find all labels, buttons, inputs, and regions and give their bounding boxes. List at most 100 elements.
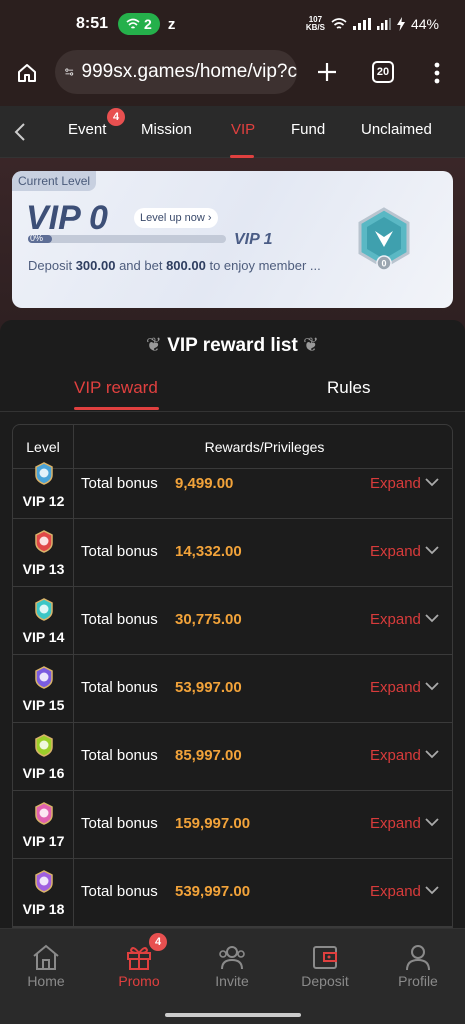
row-bonus-label: Total bonus xyxy=(81,747,158,764)
call-pill[interactable]: 2 xyxy=(118,13,160,35)
gift-icon xyxy=(127,947,151,970)
event-badge: 4 xyxy=(107,108,125,126)
row-level-cell: VIP 15 xyxy=(13,655,74,723)
nav-home[interactable]: Home xyxy=(6,943,86,989)
row-level: VIP 16 xyxy=(22,765,65,781)
chevron-down-icon[interactable] xyxy=(425,543,439,557)
vip-emblem-icon: 0 xyxy=(358,207,410,271)
level-up-button[interactable]: Level up now › xyxy=(134,208,218,228)
row-bonus-label: Total bonus xyxy=(81,611,158,628)
deposit-amount: 300.00 xyxy=(75,258,116,273)
chevron-down-icon[interactable] xyxy=(425,815,439,829)
row-level-cell: VIP 12 xyxy=(13,451,74,519)
table-row[interactable]: VIP 16 Total bonus 85,997.00 Expand xyxy=(13,723,452,791)
tab-event[interactable]: Event xyxy=(68,121,106,138)
bottom-navigation: Home Promo 4 Invite Deposit Profile xyxy=(0,928,465,1024)
chevron-down-icon[interactable] xyxy=(425,475,439,489)
row-bonus-amount: 53,997.00 xyxy=(175,679,242,696)
vip-badge-icon xyxy=(35,598,53,621)
table-row[interactable]: VIP 17 Total bonus 159,997.00 Expand xyxy=(13,791,452,859)
home-icon[interactable] xyxy=(16,62,38,84)
gesture-home-indicator[interactable] xyxy=(165,1013,301,1017)
chevron-down-icon[interactable] xyxy=(425,611,439,625)
row-expand-button[interactable]: Expand xyxy=(370,475,421,492)
nav-invite[interactable]: Invite xyxy=(192,943,272,989)
table-row[interactable]: VIP 14 Total bonus 30,775.00 Expand xyxy=(13,587,452,655)
signal2-icon xyxy=(376,18,391,30)
tab-unclaimed[interactable]: Unclaimed xyxy=(361,121,432,138)
current-level-card: Current Level VIP 0 Level up now › 0% VI… xyxy=(12,171,453,308)
laurel-right-icon: ❦ xyxy=(303,335,319,356)
vip-badge-icon xyxy=(35,802,53,825)
signal-icon xyxy=(352,18,371,30)
next-vip-level: VIP 1 xyxy=(234,231,273,248)
progress-percent: 0% xyxy=(30,233,44,243)
clock: 8:51 xyxy=(76,15,109,32)
tab-vip[interactable]: VIP xyxy=(231,121,255,138)
row-bonus-label: Total bonus xyxy=(81,883,158,900)
row-bonus-amount: 539,997.00 xyxy=(175,883,251,900)
table-row[interactable]: VIP 18 Total bonus 539,997.00 Expand xyxy=(13,859,452,927)
current-level-tag: Current Level xyxy=(12,171,97,191)
browser-toolbar: 999sx.games/home/vip?c 20 xyxy=(0,48,465,106)
promo-badge: 4 xyxy=(149,933,167,951)
row-level: VIP 14 xyxy=(22,629,65,645)
laurel-left-icon: ❦ xyxy=(145,335,162,356)
tab-mission[interactable]: Mission xyxy=(141,121,192,138)
call-count: 2 xyxy=(144,16,152,32)
url-text: 999sx.games/home/vip?c xyxy=(81,61,297,82)
row-bonus-amount: 14,332.00 xyxy=(175,543,242,560)
tab-fund[interactable]: Fund xyxy=(291,121,325,138)
wifi-call-icon xyxy=(126,18,140,29)
row-expand-button[interactable]: Expand xyxy=(370,815,421,832)
tab-rules[interactable]: Rules xyxy=(327,378,370,398)
vip-badge-icon xyxy=(35,870,53,893)
tab-switcher-button[interactable]: 20 xyxy=(372,61,394,83)
battery-level: 44% xyxy=(410,16,439,32)
svg-text:0: 0 xyxy=(381,259,386,269)
nav-deposit[interactable]: Deposit xyxy=(285,943,365,989)
new-tab-icon[interactable] xyxy=(316,61,338,83)
row-expand-button[interactable]: Expand xyxy=(370,543,421,560)
row-level: VIP 17 xyxy=(22,833,65,849)
level-up-label: Level up now xyxy=(140,212,205,224)
site-settings-icon[interactable] xyxy=(65,64,74,80)
vip-badge-icon xyxy=(35,462,53,485)
table-row[interactable]: VIP 12 Total bonus 9,499.00 Expand xyxy=(13,451,452,519)
row-expand-button[interactable]: Expand xyxy=(370,747,421,764)
row-expand-button[interactable]: Expand xyxy=(370,883,421,900)
charging-icon xyxy=(396,17,405,31)
back-icon[interactable] xyxy=(14,123,26,141)
row-expand-button[interactable]: Expand xyxy=(370,679,421,696)
tab-vip-reward[interactable]: VIP reward xyxy=(74,378,158,398)
row-bonus-amount: 9,499.00 xyxy=(175,475,234,492)
vip-reward-tab-indicator xyxy=(74,407,159,410)
row-level: VIP 18 xyxy=(22,901,65,917)
nav-promo[interactable]: Promo xyxy=(99,943,179,989)
row-level-cell: VIP 16 xyxy=(13,723,74,791)
chevron-down-icon[interactable] xyxy=(425,679,439,693)
table-row[interactable]: VIP 15 Total bonus 53,997.00 Expand xyxy=(13,655,452,723)
vip-badge-icon xyxy=(35,530,53,553)
chevron-down-icon[interactable] xyxy=(425,883,439,897)
row-level-cell: VIP 17 xyxy=(13,791,74,859)
url-bar[interactable]: 999sx.games/home/vip?c xyxy=(55,50,297,94)
status-bar: 8:51 2 ᴢ 107 KB/S 44% xyxy=(0,0,465,48)
row-level-cell: VIP 13 xyxy=(13,519,74,587)
zalo-icon: ᴢ xyxy=(167,15,176,33)
home-nav-icon xyxy=(33,944,59,970)
more-menu-icon[interactable] xyxy=(434,62,440,84)
row-bonus-label: Total bonus xyxy=(81,679,158,696)
bet-amount: 800.00 xyxy=(166,258,206,273)
table-row[interactable]: VIP 13 Total bonus 14,332.00 Expand xyxy=(13,519,452,587)
wifi-icon xyxy=(331,18,347,29)
row-bonus-label: Total bonus xyxy=(81,543,158,560)
requirement-text: Deposit 300.00 and bet 800.00 to enjoy m… xyxy=(28,258,321,273)
vip-badge-icon xyxy=(35,734,53,757)
wallet-icon xyxy=(313,946,337,969)
promo-tabs: Event 4 Mission VIP Fund Unclaimed xyxy=(0,106,465,158)
nav-profile[interactable]: Profile xyxy=(378,943,458,989)
row-expand-button[interactable]: Expand xyxy=(370,611,421,628)
chevron-down-icon[interactable] xyxy=(425,747,439,761)
reward-table: Level Rewards/Privileges VIP 12 Total bon… xyxy=(12,424,453,928)
